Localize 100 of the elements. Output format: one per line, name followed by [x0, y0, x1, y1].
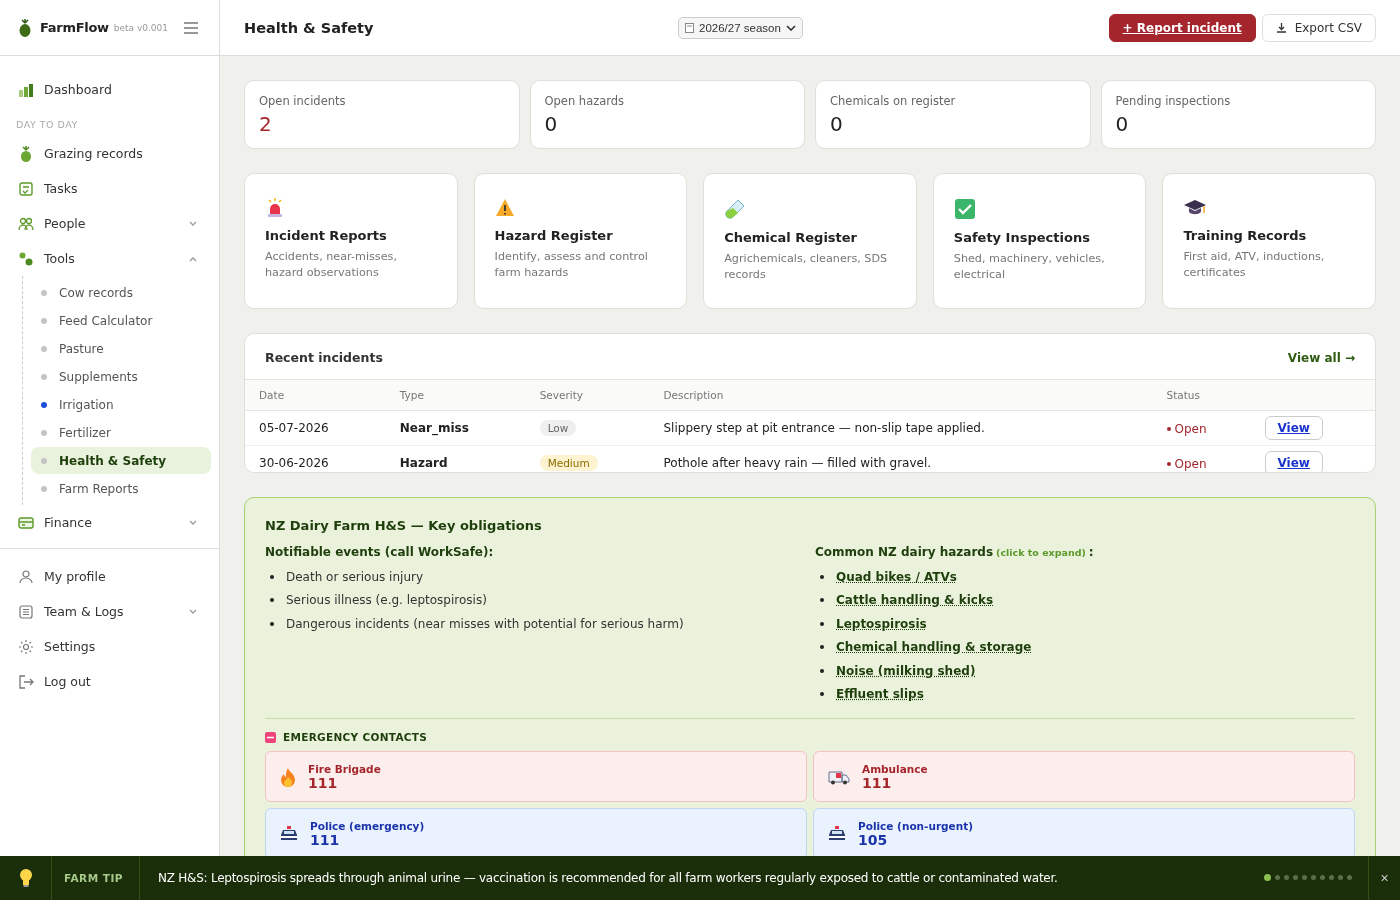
test-tube-icon — [724, 198, 747, 220]
menu-icon[interactable] — [183, 21, 199, 34]
sidebar-item[interactable]: Tasks — [8, 171, 211, 206]
section-heading: DAY TO DAY — [15, 118, 79, 132]
hazard-link[interactable]: Noise (milking shed) — [836, 663, 976, 678]
view-button[interactable]: View — [1264, 451, 1323, 472]
card-icon — [18, 516, 34, 529]
sidebar-subitem[interactable]: Irrigation — [31, 391, 211, 418]
hazard-link[interactable]: Leptospirosis — [836, 616, 927, 631]
sidebar-subitem[interactable]: Cow records — [31, 279, 211, 306]
warning-icon — [494, 198, 515, 218]
page-title: Health & Safety — [244, 19, 375, 36]
hint-text: (click to expand) — [996, 547, 1086, 558]
module-card[interactable]: Training Records First aid, ATV, inductions, certificates — [1162, 173, 1376, 309]
sidebar-item[interactable]: Tools — [8, 241, 211, 276]
page-dot[interactable] — [1320, 875, 1325, 880]
hazard-link[interactable]: Quad bikes / ATVs — [836, 569, 957, 584]
page-dot[interactable] — [1311, 875, 1316, 880]
column-header: Date — [245, 380, 386, 411]
stat-label: Pending inspections — [1115, 94, 1232, 108]
sidebar-item[interactable]: Dashboard — [8, 72, 211, 107]
bullet-icon — [270, 598, 274, 603]
page-dot[interactable] — [1347, 875, 1352, 880]
hazard-link[interactable]: Cattle handling & kicks — [836, 593, 994, 608]
bullet-icon — [820, 574, 824, 579]
bullet-icon — [270, 574, 274, 579]
list-item: Death or serious injury — [286, 569, 424, 584]
hazard-link[interactable]: Chemical handling & storage — [836, 640, 1032, 655]
module-card[interactable]: Incident Reports Accidents, near-misses, hazard observations — [244, 173, 458, 309]
table-cell: 05-07-2026 — [245, 410, 386, 446]
chevron-down-icon — [189, 519, 197, 526]
sidebar-subitem[interactable]: Fertilizer — [31, 419, 211, 446]
tip-text: NZ H&S: Leptospirosis spreads through animal urine — vaccination is recommended for all farm workers regularly exposed to cattle or contaminated water. — [157, 871, 1059, 885]
view-button[interactable]: View — [1264, 416, 1323, 440]
settings-icon — [18, 638, 34, 655]
bar-chart-icon — [18, 82, 34, 97]
bullet-icon — [270, 621, 274, 626]
bullet-icon — [820, 692, 824, 697]
phone-number: 111 — [862, 774, 893, 791]
module-description: Identify, assess and control farm hazards — [494, 249, 649, 281]
sidebar-subitem[interactable]: Farm Reports — [31, 475, 211, 502]
status-label: Open — [1166, 457, 1207, 471]
sidebar-item[interactable]: Finance — [8, 505, 211, 540]
phone-number: 111 — [310, 831, 341, 848]
sidebar-item[interactable]: People — [8, 206, 211, 241]
list-heading: Common NZ dairy hazards — [815, 545, 994, 559]
page-dot[interactable] — [1264, 874, 1271, 881]
view-all-link[interactable]: View all → — [1287, 350, 1355, 365]
export-csv-button[interactable]: Export CSV — [1261, 13, 1376, 42]
stat-value: 0 — [830, 112, 844, 136]
download-icon — [1275, 22, 1287, 33]
hazard-link[interactable]: Effluent slips — [836, 687, 924, 702]
module-card[interactable]: Safety Inspections Shed, machinery, vehicles, electrical — [932, 173, 1147, 309]
phone-number: 111 — [308, 774, 338, 791]
sidebar-item[interactable]: Grazing records — [8, 136, 211, 171]
chevron-up-icon — [189, 255, 197, 262]
list-item: Dangerous incidents (near misses with potential for serious harm) — [286, 616, 684, 631]
sidebar-subitem[interactable]: Pasture — [31, 335, 211, 362]
contact-name: Police (non-urgent) — [858, 819, 973, 832]
module-description: Shed, machinery, vehicles, electrical — [953, 251, 1106, 283]
page-dot[interactable] — [1302, 875, 1307, 880]
season-select[interactable]: 2026/27 season — [678, 16, 803, 39]
chevron-down-icon — [189, 608, 197, 615]
stat-value: 0 — [1115, 112, 1130, 136]
table-cell: Hazard — [385, 445, 526, 472]
sidebar-item[interactable]: Settings — [8, 629, 211, 664]
panel-title: NZ Dairy Farm H&S — Key obligations — [265, 518, 543, 533]
module-card[interactable]: Chemical Register Agrichemicals, cleaners, SDS records — [703, 173, 917, 309]
sidebar-item[interactable]: Team & Logs — [8, 594, 211, 629]
checklist-icon — [18, 181, 34, 196]
flame-icon — [280, 766, 296, 787]
module-title: Training Records — [1183, 228, 1307, 243]
page-dot[interactable] — [1293, 875, 1298, 880]
module-title: Chemical Register — [724, 230, 858, 245]
sidebar-item[interactable]: Log out — [8, 664, 211, 699]
module-description: Agrichemicals, cleaners, SDS records — [724, 251, 889, 283]
contact-name: Fire Brigade — [308, 762, 381, 775]
severity-badge: Low — [539, 420, 577, 436]
module-description: First aid, ATV, inductions, certificates — [1183, 249, 1326, 281]
bullet-icon — [820, 645, 824, 650]
page-dot[interactable] — [1338, 875, 1343, 880]
page-dot[interactable] — [1275, 875, 1280, 880]
close-button[interactable]: × — [1368, 856, 1400, 900]
sidebar-subitem[interactable]: Supplements — [31, 363, 211, 390]
card-title: Recent incidents — [265, 350, 383, 365]
report-incident-button[interactable]: + Report incident — [1108, 13, 1256, 42]
stat-label: Open incidents — [259, 94, 347, 108]
module-title: Safety Inspections — [953, 230, 1090, 245]
module-card[interactable]: Hazard Register Identify, assess and control farm hazards — [473, 173, 688, 309]
page-dot[interactable] — [1284, 875, 1289, 880]
colon-text: : — [1088, 545, 1094, 559]
sidebar-subitem[interactable]: Health & Safety — [31, 447, 211, 474]
sidebar-subitem[interactable]: Feed Calculator — [31, 307, 211, 334]
sidebar-item[interactable]: My profile — [8, 559, 211, 594]
module-title: Incident Reports — [265, 228, 387, 243]
page-dot[interactable] — [1329, 875, 1334, 880]
column-header: Severity — [525, 380, 650, 411]
calendar-icon — [685, 22, 694, 33]
lightbulb-icon — [18, 868, 33, 888]
version-label: beta v0.001 — [113, 22, 168, 33]
